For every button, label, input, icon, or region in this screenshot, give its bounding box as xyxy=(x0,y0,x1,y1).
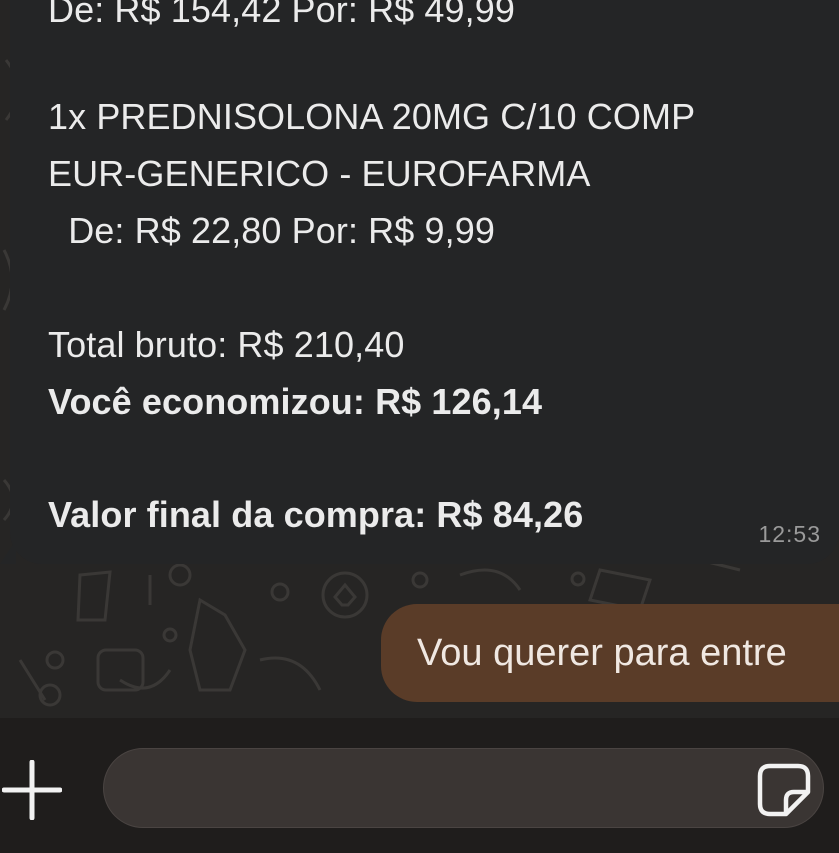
message-line-savings: Você economizou: R$ 126,14 xyxy=(48,381,543,422)
message-line-product-manufacturer: EUR-GENERICO - EUROFARMA xyxy=(48,153,591,194)
message-line-final-value: Valor final da compra: R$ 84,26 xyxy=(48,494,584,535)
outgoing-message-text: Vou querer para entre xyxy=(417,632,787,674)
sticker-icon[interactable] xyxy=(756,762,812,818)
message-line-previous-price: De: R$ 154,42 Por: R$ 49,99 xyxy=(48,0,515,30)
message-line-gross-total: Total bruto: R$ 210,40 xyxy=(48,324,405,365)
outgoing-message-bubble[interactable]: Vou querer para entre xyxy=(381,604,839,702)
message-line-product-name: 1x PREDNISOLONA 20MG C/10 COMP xyxy=(48,96,696,137)
message-timestamp: 12:53 xyxy=(758,521,821,547)
message-input[interactable] xyxy=(103,748,824,828)
incoming-message-bubble[interactable]: De: R$ 154,42 Por: R$ 49,99 1x PREDNISOL… xyxy=(0,0,839,564)
bubble-tail xyxy=(0,540,16,564)
chat-background: De: R$ 154,42 Por: R$ 49,99 1x PREDNISOL… xyxy=(0,0,839,718)
message-line-product-price: De: R$ 22,80 Por: R$ 9,99 xyxy=(48,210,495,251)
plus-icon[interactable] xyxy=(2,760,62,820)
